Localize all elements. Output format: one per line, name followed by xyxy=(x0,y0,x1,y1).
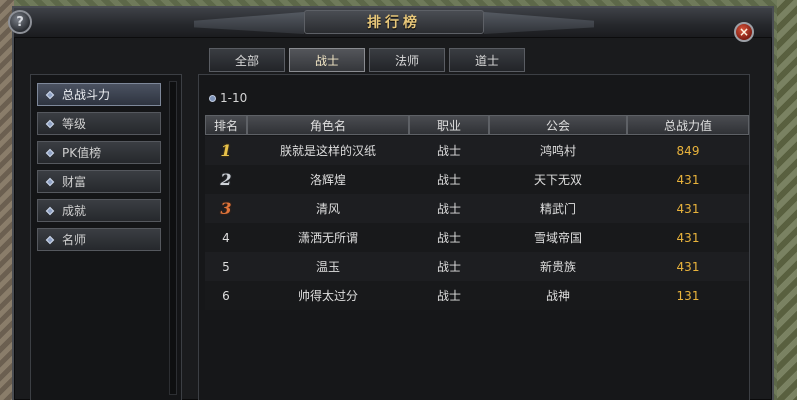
tab-warrior[interactable]: 战士 xyxy=(289,48,365,72)
sidebar-item-pk[interactable]: PK值榜 xyxy=(37,141,161,164)
rank-cell: 5 xyxy=(222,259,230,274)
window-title: 排行榜 xyxy=(367,15,421,31)
rank-cell: 1 xyxy=(205,136,247,165)
game-world-edge xyxy=(777,0,797,400)
diamond-bullet-icon xyxy=(45,148,55,158)
sidebar-item-level[interactable]: 等级 xyxy=(37,112,161,135)
tab-all[interactable]: 全部 xyxy=(209,48,285,72)
sidebar-item-label: 名师 xyxy=(62,233,87,247)
class-cell: 战士 xyxy=(436,260,461,274)
name-cell: 洛辉煌 xyxy=(309,173,346,187)
rank-medal-gold: 1 xyxy=(220,141,232,160)
power-cell: 849 xyxy=(676,143,700,158)
category-sidebar: 总战斗力 等级 PK值榜 财富 成就 名师 xyxy=(30,74,182,400)
column-header-rank: 排名 xyxy=(205,115,247,135)
class-cell: 战士 xyxy=(436,144,461,158)
title-bar[interactable]: 排行榜 xyxy=(14,8,772,38)
diamond-bullet-icon xyxy=(45,206,55,216)
sidebar-item-label: 总战斗力 xyxy=(62,88,111,102)
guild-cell: 天下无双 xyxy=(533,173,582,187)
table-row[interactable]: 5 温玉 战士 新贵族 431 xyxy=(205,252,749,281)
guild-cell: 精武门 xyxy=(539,202,576,216)
sidebar-item-label: PK值榜 xyxy=(62,146,102,160)
rank-medal-bronze: 3 xyxy=(220,199,232,218)
name-cell: 潇洒无所谓 xyxy=(297,231,358,245)
table-row[interactable]: 3 清风 战士 精武门 431 xyxy=(205,194,749,223)
sidebar-item-label: 成就 xyxy=(62,204,87,218)
rank-cell: 3 xyxy=(205,194,247,223)
title-ornament-right xyxy=(484,12,594,34)
column-header-class: 职业 xyxy=(409,115,489,135)
guild-cell: 鸿鸣村 xyxy=(539,144,576,158)
table-row[interactable]: 4 潇洒无所谓 战士 雪域帝国 431 xyxy=(205,223,749,252)
power-cell: 431 xyxy=(676,259,700,274)
class-cell: 战士 xyxy=(436,289,461,303)
sidebar-item-label: 财富 xyxy=(62,175,87,189)
table-body: 1 朕就是这样的汉纸 战士 鸿鸣村 849 2 洛辉煌 战士 天下无双 4 3 1 … xyxy=(205,136,749,310)
class-cell: 战士 xyxy=(436,173,461,187)
title-plate: 排行榜 xyxy=(304,10,484,34)
ranking-list-panel: 1-10 排名 角色名 职业 公会 总战力值 1 朕就是这样的汉纸 战士 鸿鸣村… xyxy=(198,74,750,400)
sidebar-item-achievement[interactable]: 成就 xyxy=(37,199,161,222)
name-cell: 温玉 xyxy=(315,260,340,274)
name-cell: 清风 xyxy=(315,202,340,216)
column-header-power: 总战力值 xyxy=(627,115,749,135)
rank-medal-silver: 2 xyxy=(220,170,232,189)
class-tabs: 全部 战士 法师 道士 xyxy=(209,48,525,72)
guild-cell: 新贵族 xyxy=(539,260,576,274)
sidebar-item-label: 等级 xyxy=(62,117,87,131)
class-cell: 战士 xyxy=(436,202,461,216)
column-header-guild: 公会 xyxy=(489,115,627,135)
close-icon: × xyxy=(738,25,750,39)
question-icon: ? xyxy=(16,14,24,30)
diamond-bullet-icon xyxy=(45,177,55,187)
rank-cell: 2 xyxy=(205,165,247,194)
table-row[interactable]: 6 帅得太过分 战士 战神 131 xyxy=(205,281,749,310)
column-header-name: 角色名 xyxy=(247,115,409,135)
title-ornament-left xyxy=(194,12,304,34)
tab-mage[interactable]: 法师 xyxy=(369,48,445,72)
table-header: 排名 角色名 职业 公会 总战力值 xyxy=(205,115,749,135)
tab-taoist[interactable]: 道士 xyxy=(449,48,525,72)
ranking-window: 排行榜 全部 战士 法师 道士 总战斗力 等级 PK值榜 财富 成就 名师 1-… xyxy=(12,6,774,400)
name-cell: 朕就是这样的汉纸 xyxy=(279,144,376,158)
name-cell: 帅得太过分 xyxy=(297,289,358,303)
range-label: 1-10 xyxy=(220,91,248,105)
close-button[interactable]: × xyxy=(734,22,754,42)
sidebar-item-wealth[interactable]: 财富 xyxy=(37,170,161,193)
sidebar-item-total-power[interactable]: 总战斗力 xyxy=(37,83,161,106)
range-indicator: 1-10 xyxy=(209,91,247,105)
table-row[interactable]: 1 朕就是这样的汉纸 战士 鸿鸣村 849 xyxy=(205,136,749,165)
sidebar-scrollbar[interactable] xyxy=(169,81,177,395)
help-button[interactable]: ? xyxy=(8,10,32,34)
guild-cell: 雪域帝国 xyxy=(533,231,582,245)
table-row[interactable]: 2 洛辉煌 战士 天下无双 431 xyxy=(205,165,749,194)
power-cell: 131 xyxy=(676,288,700,303)
power-cell: 431 xyxy=(676,230,700,245)
power-cell: 431 xyxy=(676,172,700,187)
sidebar-item-mentor[interactable]: 名师 xyxy=(37,228,161,251)
power-cell: 431 xyxy=(676,201,700,216)
rank-cell: 6 xyxy=(222,288,230,303)
guild-cell: 战神 xyxy=(545,289,570,303)
diamond-bullet-icon xyxy=(45,119,55,129)
diamond-bullet-icon xyxy=(45,235,55,245)
diamond-bullet-icon xyxy=(45,90,55,100)
class-cell: 战士 xyxy=(436,231,461,245)
rank-cell: 4 xyxy=(222,230,230,245)
dot-bullet-icon xyxy=(209,94,216,102)
